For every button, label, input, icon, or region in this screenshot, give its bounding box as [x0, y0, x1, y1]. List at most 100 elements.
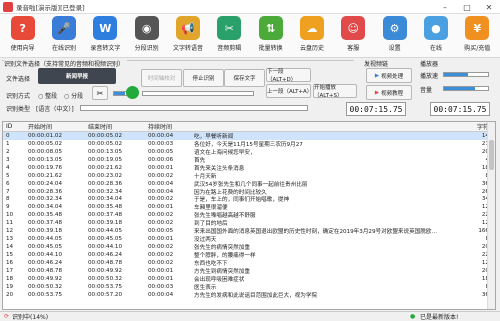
video-tutorial-button[interactable]: ▶ 视频教程	[366, 85, 412, 100]
row-text: 医生表示	[194, 284, 217, 291]
close-button[interactable]: ✕	[478, 0, 500, 14]
row-start: 00:00:19.76	[28, 164, 63, 171]
row-text: 整个脖胖，的腰痛得一样	[194, 253, 256, 259]
window-title: 录音啦[演示版][已登录]	[16, 3, 85, 12]
audio-position-bar[interactable]	[80, 105, 308, 111]
table-row[interactable]: 12 00:00:39.18 00:00:44.05 00:00:05 来来出国国外面的…	[3, 227, 495, 235]
table-row[interactable]: 15 00:00:44.10 00:00:46.24 00:00:02 整个脖胖，的腰痛…	[3, 251, 495, 259]
toolbar-button-3[interactable]: ◉ 分段识别	[126, 14, 167, 57]
toolbar-button-4[interactable]: 📢 文字转语音	[167, 14, 208, 57]
timeline-check-button[interactable]: 时间轴校对	[141, 69, 182, 87]
minimize-button[interactable]: –	[434, 0, 456, 14]
table-row[interactable]: 8 00:00:32.34 00:00:34.04 00:00:02 于是，车上的，同事…	[3, 196, 495, 203]
play-segment-button[interactable]: 开始播放（ALT+S）	[313, 84, 357, 99]
table-row[interactable]: 7 00:00:28.36 00:00:32.34 00:00:04 因为在路上花费的时…	[3, 188, 495, 196]
header-end[interactable]: 结束时间	[85, 122, 145, 131]
recognize-type-label: 识别类型	[6, 106, 31, 113]
toolbar-button-8[interactable]: ☺ 客服	[333, 14, 374, 57]
row-duration: 00:00:04	[148, 188, 174, 195]
toolbar-button-9[interactable]: ⚙ 设置	[374, 14, 415, 57]
stop-recognize-button[interactable]: 停止识别	[183, 69, 224, 87]
recognizing-icon: ⟳	[4, 313, 10, 320]
row-duration: 00:00:02	[148, 212, 174, 219]
table-row[interactable]: 300:00:13.0500:00:19.0500:00:06首先4	[3, 156, 495, 164]
toolbar-button-6[interactable]: ⇅ 批量转换	[250, 14, 291, 57]
row-id: 0	[6, 132, 10, 139]
toolbar-button-1[interactable]: 🎤 在线识别	[43, 14, 84, 57]
row-id: 10	[6, 212, 14, 219]
prev-segment-button[interactable]: 上一段（ALT+A）	[266, 84, 312, 98]
row-start: 00:00:49.92	[28, 275, 63, 282]
table-row[interactable]: 18 00:00:49.92 00:00:50.32 00:00:01 会出现呼吸困难症…	[3, 275, 495, 283]
toolbar-icon-4: 📢	[175, 16, 200, 40]
row-end: 00:00:57.20	[88, 291, 123, 298]
row-start: 00:00:53.75	[28, 291, 63, 298]
mode-whole-radio[interactable]: ○ 整段	[38, 91, 57, 100]
player-label: 播放器	[420, 61, 439, 68]
table-row[interactable]: 14 00:00:45.05 00:00:44.10 00:00:02 张先生的病情突然…	[3, 243, 495, 251]
table-row[interactable]: 1300:00:44.0500:00:45.0500:00:01没过两天8	[3, 235, 495, 243]
save-text-button[interactable]: 保存文字	[224, 69, 265, 87]
toolbar-button-2[interactable]: W 录音转文字	[85, 14, 126, 57]
table-row[interactable]: 9 00:00:34.04 00:00:35.48 00:00:01 车厢里很溜便 12	[3, 203, 495, 211]
row-end: 00:00:32.34	[88, 188, 123, 195]
row-text: 各位好，今天是11月15号星期三农历9月27	[194, 141, 303, 148]
table-row[interactable]: 2 00:00:08.05 00:00:13.05 00:00:05 谊文在上海问候您早…	[3, 148, 495, 156]
row-text: 因为在路上花费的时间比较久	[194, 189, 267, 196]
table-row[interactable]: 1900:00:50.3200:00:53.7500:00:03医生表示8	[3, 283, 495, 291]
row-end: 00:00:53.75	[88, 283, 123, 290]
header-duration[interactable]: 持续时间	[145, 122, 191, 131]
toolbar-label-2: 录音转文字	[90, 45, 121, 52]
table-row[interactable]: 6 00:00:24.04 00:00:28.36 00:00:04 武汉54岁张先生和…	[3, 180, 495, 188]
title-bar: 录音啦[演示版][已登录]	[0, 0, 500, 14]
row-start: 00:00:37.48	[28, 220, 63, 227]
toolbar-label-4: 文字转语音	[172, 45, 203, 52]
table-row[interactable]: 0 00:00:01.02 00:00:05.02 00:00:04 吃，早餐听新闻 14	[3, 132, 495, 140]
row-start: 00:00:28.36	[28, 188, 63, 195]
toolbar-button-7[interactable]: ☁ 云盘历史	[291, 14, 332, 57]
toolbar-label-10: 在线	[429, 45, 442, 52]
toolbar-label-1: 在线识别	[51, 45, 76, 52]
mic-icon[interactable]: ✂	[92, 86, 108, 100]
table-row[interactable]: 17 00:00:48.78 00:00:49.92 00:00:01 方先生到病情突然…	[3, 267, 495, 275]
table-row[interactable]: 4 00:00:19.76 00:00:21.62 00:00:01 首先来关注头条消息…	[3, 164, 495, 172]
maximize-button[interactable]: □	[456, 0, 478, 14]
toolbar-button-11[interactable]: ¥ 购买/充值	[457, 14, 498, 57]
toolbar-icon-0: ?	[10, 16, 35, 40]
table-row[interactable]: 16 00:00:46.24 00:00:48.78 00:00:02 东西也吃不下 12	[3, 259, 495, 267]
table-row[interactable]: 1 00:00:05.02 00:00:05.02 00:00:03 各位好，今天是11…	[3, 140, 495, 148]
table-row[interactable]: 10 00:00:35.48 00:00:37.48 00:00:02 张先生嗓唱越高越…	[3, 211, 495, 219]
row-id: 17	[6, 267, 14, 274]
transcript-table[interactable]: ID 开始时间 结束时间 持续时间 字符 0 00:00:01.02 00:00:0…	[2, 121, 496, 310]
status-left: 识别中(14%)	[12, 314, 49, 321]
mode-segment-radio[interactable]: ○ 分段	[64, 91, 83, 100]
next-segment-button[interactable]: 下一段（ALT+D）	[266, 68, 311, 83]
volume-slider[interactable]	[443, 86, 489, 91]
header-id[interactable]: ID	[3, 123, 25, 130]
toolbar-label-3: 分段识别	[134, 45, 159, 52]
row-id: 3	[6, 156, 10, 163]
header-start[interactable]: 开始时间	[25, 122, 85, 131]
tutorial-icon: ▶	[374, 89, 380, 96]
recognize-type-value[interactable]: [语言（中文）]	[36, 104, 74, 113]
row-start: 00:00:34.04	[28, 204, 63, 211]
vertical-scrollbar[interactable]	[487, 122, 495, 309]
row-id: 14	[6, 244, 14, 251]
row-text: 首先来关注头条消息	[194, 165, 245, 172]
row-start: 00:00:01.02	[28, 132, 63, 139]
video-process-button[interactable]: ▶ 视频处理	[366, 68, 412, 83]
row-duration: 00:00:04	[148, 291, 174, 298]
file-select-button[interactable]: 新闻早报	[38, 68, 116, 84]
table-row[interactable]: 20 00:00:53.75 00:00:57.20 00:00:04 方先生的发病和此…	[3, 291, 495, 299]
toolbar-button-5[interactable]: ✂ 音频剪辑	[209, 14, 250, 57]
toolbar-button-0[interactable]: ? 使用向导	[2, 14, 43, 57]
row-duration: 00:00:04	[148, 180, 174, 187]
toolbar-icon-10: ●	[423, 16, 448, 40]
file-name: 新闻早报	[65, 74, 88, 80]
recognize-progress-bar	[142, 91, 254, 96]
table-row[interactable]: 11 00:00:37.48 00:00:39.18 00:00:02 到了目的地后 12	[3, 219, 495, 227]
speed-slider[interactable]	[443, 72, 489, 77]
toolbar-label-0: 使用向导	[10, 45, 35, 52]
toolbar-button-10[interactable]: ● 在线	[415, 14, 456, 57]
table-row[interactable]: 500:00:21.6200:00:23.0200:00:02十月天新8	[3, 172, 495, 180]
